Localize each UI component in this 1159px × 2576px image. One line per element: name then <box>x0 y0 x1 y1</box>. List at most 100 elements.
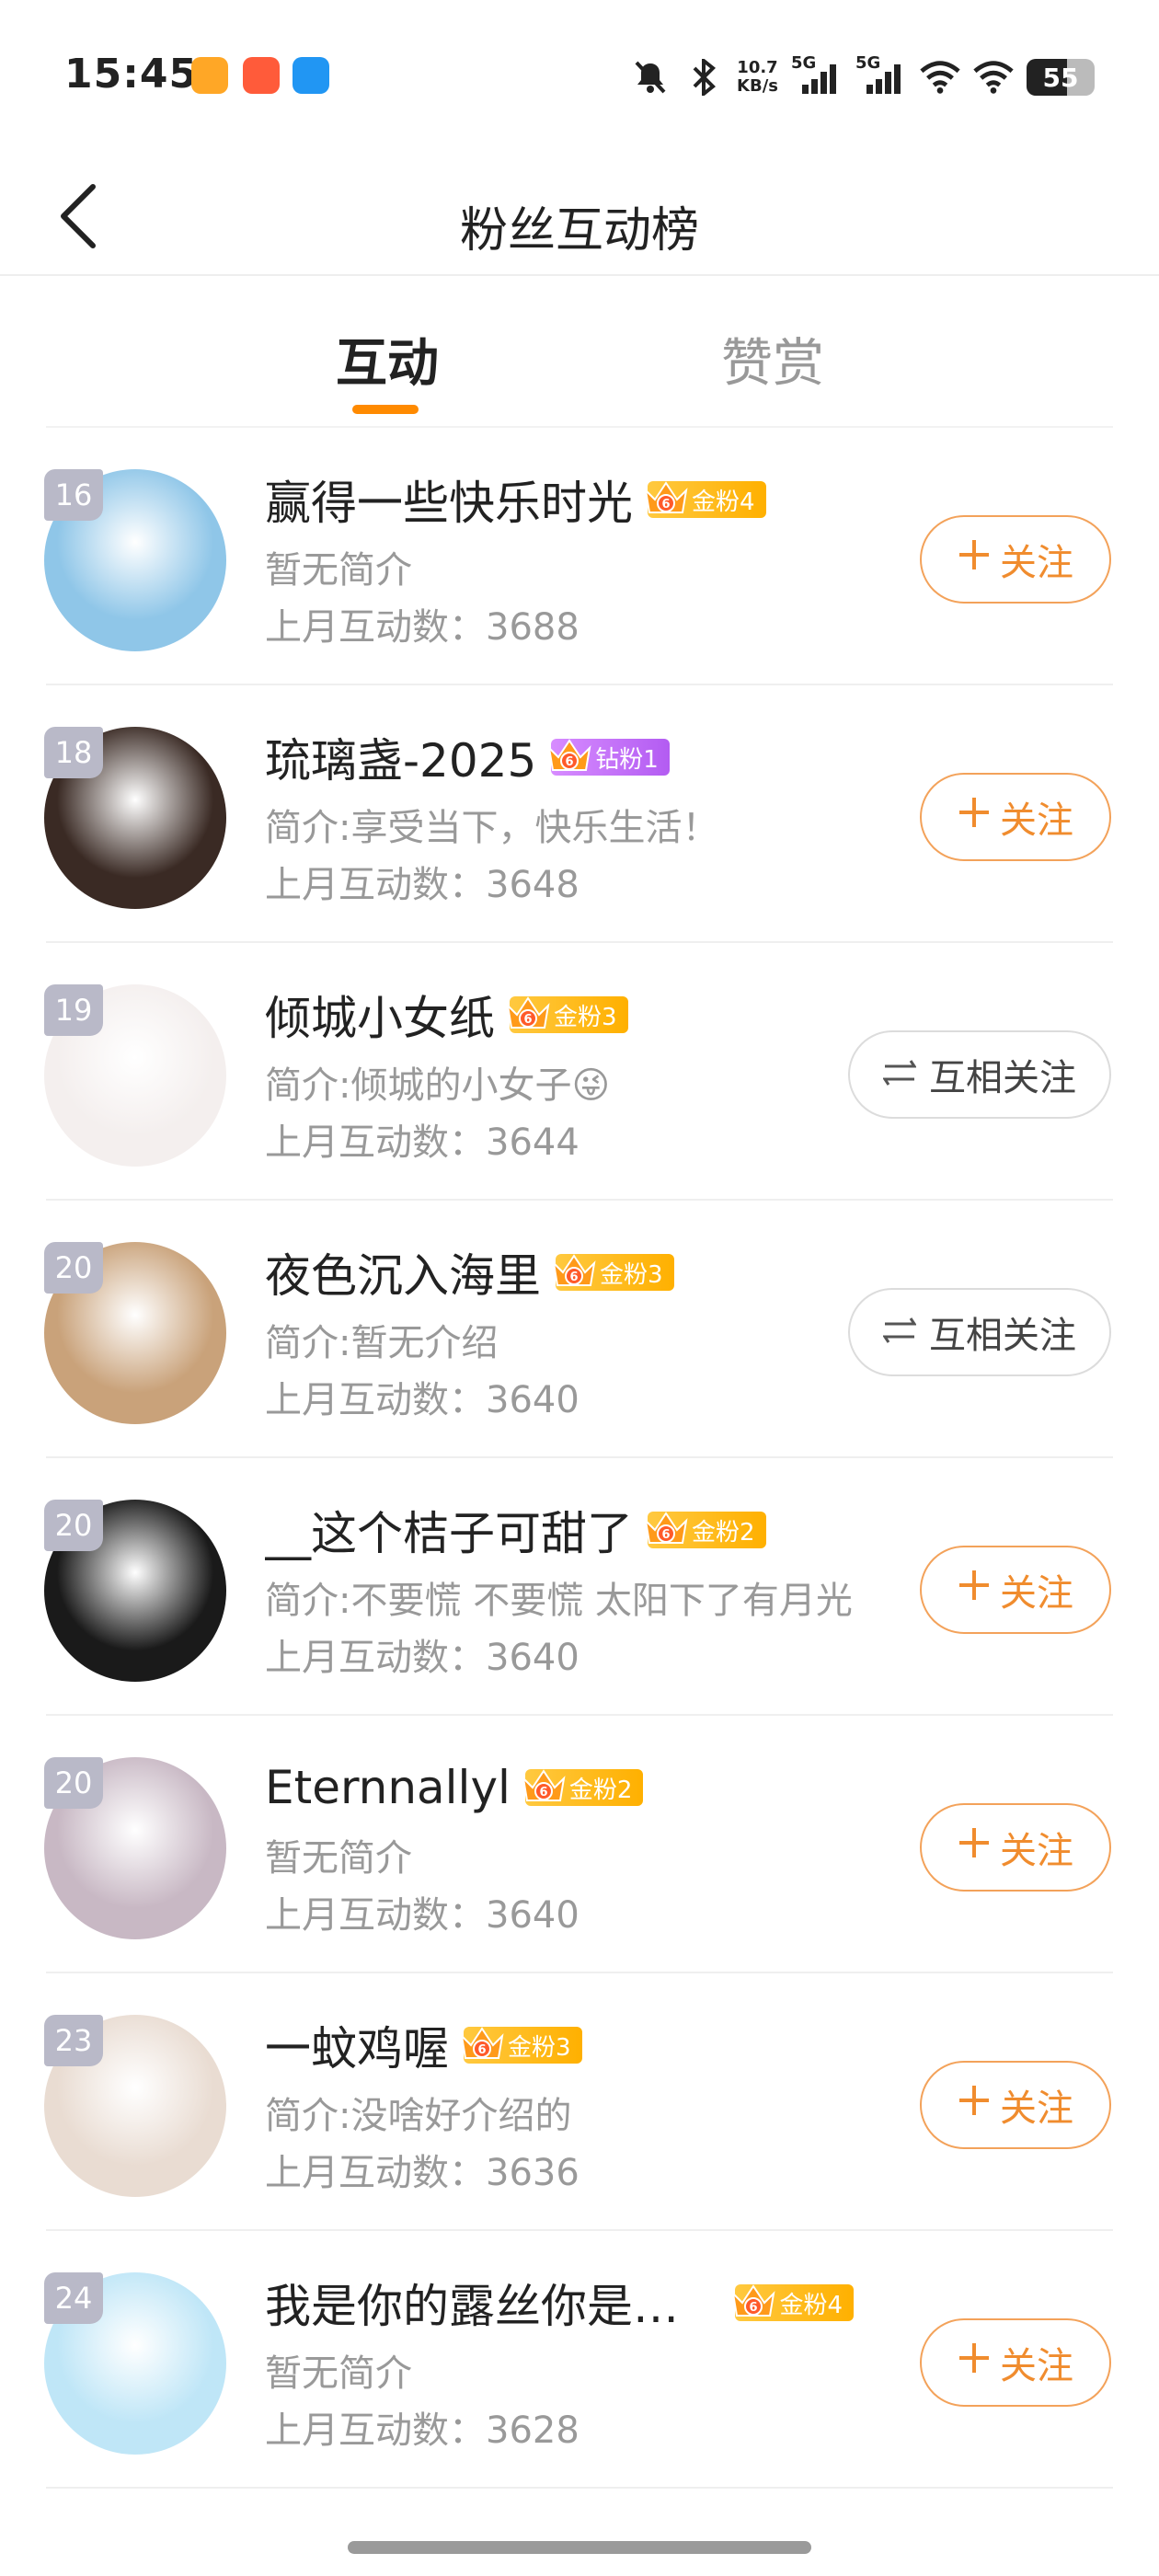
follow-button[interactable]: 关注 <box>920 1803 1111 1892</box>
user-info: __这个桔子可甜了 6 金粉2 简介:不要慌 不要慌 太阳下了有月光 上月互动数… <box>265 1495 854 1681</box>
rank-badge: 20 <box>44 1242 103 1294</box>
mutual-follow-button[interactable]: 互相关注 <box>848 1030 1111 1119</box>
crown-icon: 6 <box>506 996 550 1029</box>
interaction-count: 上月互动数：3644 <box>265 1121 580 1164</box>
user-info: 我是你的露丝你是我… 6 金粉4 暂无简介 上月互动数：3628 <box>265 2268 854 2454</box>
crown-icon: 6 <box>522 1769 566 1801</box>
clock: 15:45 <box>64 51 199 98</box>
interaction-count: 上月互动数：3640 <box>265 1637 580 1679</box>
fan-level-badge: 6 金粉4 <box>731 2284 854 2321</box>
user-bio: 暂无简介 <box>265 2352 412 2395</box>
app-notification-icon <box>293 57 329 94</box>
rank-badge: 18 <box>44 727 103 778</box>
list-item[interactable]: 24 我是你的露丝你是我… 6 金粉4 暂无简介 上月互动数：3628 关注 <box>0 2231 1159 2489</box>
active-tab-indicator <box>352 405 419 414</box>
mutual-follow-button[interactable]: 互相关注 <box>848 1288 1111 1376</box>
user-info: Eternnallyl 6 金粉2 暂无简介 上月互动数：3640 <box>265 1753 854 1938</box>
interaction-count: 上月互动数：3636 <box>265 2152 580 2194</box>
follow-button[interactable]: 关注 <box>920 515 1111 604</box>
fan-level-badge: 6 金粉2 <box>522 1769 644 1806</box>
plus-icon <box>958 796 991 838</box>
app-notification-icon <box>243 57 280 94</box>
list-item[interactable]: 20 __这个桔子可甜了 6 金粉2 简介:不要慌 不要慌 太阳下了有月光 上月… <box>0 1458 1159 1716</box>
user-name[interactable]: 倾城小女纸 <box>265 982 495 1048</box>
avatar-container: 18 <box>44 727 226 909</box>
interaction-count: 上月互动数：3648 <box>265 864 580 906</box>
mute-icon <box>630 57 671 98</box>
fan-level-badge: 6 金粉3 <box>552 1254 674 1291</box>
user-bio: 简介:享受当下，快乐生活！ <box>265 807 719 849</box>
fan-level-badge: 6 金粉3 <box>506 996 628 1033</box>
plus-icon <box>958 2084 991 2126</box>
fan-ranking-list: 16 赢得一些快乐时光 6 金粉4 暂无简介 上月互动数：3688 关注 18 … <box>0 428 1159 2489</box>
user-name[interactable]: 我是你的露丝你是我… <box>265 2270 720 2336</box>
follow-button[interactable]: 关注 <box>920 2061 1111 2149</box>
plus-icon <box>958 1569 991 1611</box>
user-info: 一蚊鸡喔 6 金粉3 简介:没啥好介绍的 上月互动数：3636 <box>265 2010 854 2196</box>
avatar-container: 20 <box>44 1242 226 1424</box>
follow-button[interactable]: 关注 <box>920 2318 1111 2407</box>
divider <box>46 2487 1113 2489</box>
list-item[interactable]: 19 倾城小女纸 6 金粉3 简介:倾城的小女子😜 上月互动数：3644 互相关… <box>0 943 1159 1201</box>
list-item[interactable]: 20 夜色沉入海里 6 金粉3 简介:暂无介绍 上月互动数：3640 互相关注 <box>0 1201 1159 1458</box>
user-name[interactable]: 赢得一些快乐时光 <box>265 466 633 533</box>
user-name[interactable]: 一蚊鸡喔 <box>265 2012 449 2078</box>
user-info: 夜色沉入海里 6 金粉3 简介:暂无介绍 上月互动数：3640 <box>265 1237 854 1423</box>
tab-interaction[interactable]: 互动 <box>336 322 439 397</box>
list-item[interactable]: 16 赢得一些快乐时光 6 金粉4 暂无简介 上月互动数：3688 关注 <box>0 428 1159 685</box>
user-bio: 简介:不要慌 不要慌 太阳下了有月光 <box>265 1580 853 1622</box>
interaction-count: 上月互动数：3628 <box>265 2409 580 2452</box>
home-indicator[interactable] <box>348 2541 811 2554</box>
svg-text:6: 6 <box>569 1271 578 1284</box>
rank-badge: 20 <box>44 1757 103 1809</box>
status-bar: 15:45 10.7 KB/s 5G 5G 55 <box>0 0 1159 156</box>
crown-icon: 6 <box>644 481 688 513</box>
user-name[interactable]: __这个桔子可甜了 <box>265 1497 633 1563</box>
user-name[interactable]: 琉璃盏-2025 <box>265 724 536 790</box>
user-name[interactable]: Eternnallyl <box>265 1761 511 1814</box>
plus-icon <box>958 2341 991 2384</box>
rank-badge: 20 <box>44 1500 103 1551</box>
svg-text:6: 6 <box>750 2301 758 2315</box>
app-header: 粉丝互动榜 <box>0 156 1159 276</box>
user-info: 赢得一些快乐时光 6 金粉4 暂无简介 上月互动数：3688 <box>265 465 854 650</box>
avatar-container: 24 <box>44 2272 226 2455</box>
plus-icon <box>958 1826 991 1869</box>
wifi-icon <box>920 57 960 98</box>
swap-arrows-icon <box>882 1053 917 1096</box>
svg-text:6: 6 <box>477 2043 486 2057</box>
fan-level-badge: 6 金粉4 <box>644 481 766 518</box>
user-name[interactable]: 夜色沉入海里 <box>265 1239 541 1305</box>
user-bio: 简介:倾城的小女子😜 <box>265 1064 611 1107</box>
battery-icon: 55 <box>1027 59 1095 96</box>
list-item[interactable]: 23 一蚊鸡喔 6 金粉3 简介:没啥好介绍的 上月互动数：3636 关注 <box>0 1973 1159 2231</box>
page-title: 粉丝互动榜 <box>459 203 699 259</box>
crown-icon: 6 <box>644 1512 688 1544</box>
tab-reward[interactable]: 赞赏 <box>721 322 824 397</box>
avatar-container: 23 <box>44 2015 226 2197</box>
follow-button[interactable]: 关注 <box>920 1546 1111 1634</box>
rank-badge: 16 <box>44 469 103 521</box>
follow-button[interactable]: 关注 <box>920 773 1111 861</box>
rank-badge: 24 <box>44 2272 103 2324</box>
crown-icon: 6 <box>460 2027 504 2059</box>
wifi-icon <box>973 57 1014 98</box>
crown-icon: 6 <box>552 1254 596 1286</box>
rank-badge: 19 <box>44 984 103 1036</box>
user-bio: 暂无简介 <box>265 1837 412 1880</box>
list-item[interactable]: 18 琉璃盏-2025 6 钻粉1 简介:享受当下，快乐生活！ 上月互动数：36… <box>0 685 1159 943</box>
tab-bar: 互动 赞赏 <box>0 276 1159 428</box>
cell-signal-icon: 5G <box>855 53 907 98</box>
network-speed: 10.7 KB/s <box>737 58 778 96</box>
avatar-container: 16 <box>44 469 226 651</box>
cell-signal-icon: 5G <box>791 53 843 98</box>
list-item[interactable]: 20 Eternnallyl 6 金粉2 暂无简介 上月互动数：3640 关注 <box>0 1716 1159 1973</box>
svg-text:6: 6 <box>566 755 574 769</box>
svg-text:6: 6 <box>661 1528 670 1542</box>
fan-level-badge: 6 钻粉1 <box>547 739 670 776</box>
fan-level-badge: 6 金粉2 <box>644 1512 766 1548</box>
svg-text:6: 6 <box>661 498 670 512</box>
avatar-container: 19 <box>44 984 226 1167</box>
interaction-count: 上月互动数：3688 <box>265 606 580 649</box>
crown-icon: 6 <box>547 739 591 771</box>
